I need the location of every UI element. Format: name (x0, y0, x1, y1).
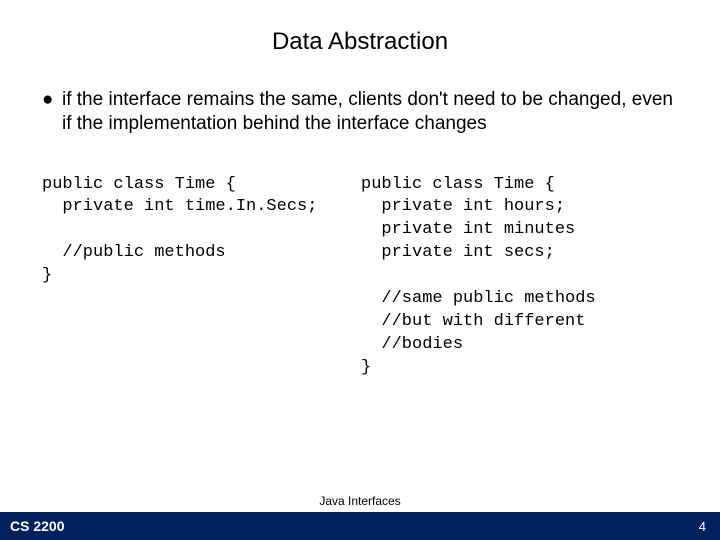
page-number: 4 (699, 519, 720, 534)
code-left: public class Time { private int time.In.… (42, 174, 361, 380)
footer-center-label: Java Interfaces (0, 494, 720, 512)
slide: Data Abstraction ● if the interface rema… (0, 0, 720, 540)
code-area: public class Time { private int time.In.… (40, 174, 680, 380)
bullet-marker: ● (40, 88, 62, 136)
slide-body: ● if the interface remains the same, cli… (0, 56, 720, 380)
slide-title: Data Abstraction (0, 0, 720, 56)
course-code: CS 2200 (0, 518, 64, 534)
bullet-text: if the interface remains the same, clien… (62, 88, 680, 136)
footer-bar: CS 2200 4 (0, 512, 720, 540)
code-right: public class Time { private int hours; p… (361, 174, 680, 380)
bullet-item: ● if the interface remains the same, cli… (40, 88, 680, 136)
